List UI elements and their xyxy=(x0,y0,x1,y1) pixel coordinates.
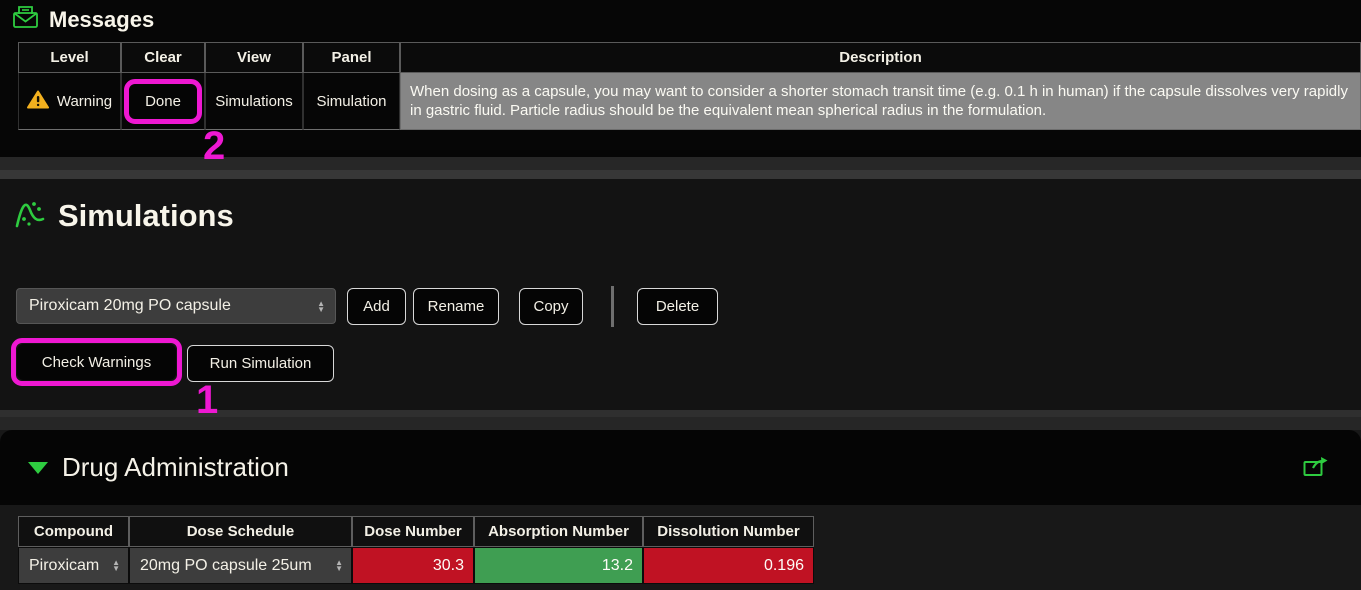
message-panel-cell: Simulation xyxy=(303,73,400,130)
collapse-triangle-icon[interactable] xyxy=(28,462,48,474)
message-clear-cell: Done xyxy=(121,73,205,130)
messages-envelope-icon xyxy=(12,5,39,34)
drug-administration-panel: Drug Administration Compound Dose Schedu… xyxy=(0,430,1361,590)
select-spinner-icon: ▲▼ xyxy=(317,301,325,312)
col-header-absorption-number: Absorption Number xyxy=(474,516,643,547)
messages-title: Messages xyxy=(49,7,154,33)
drug-administration-header: Drug Administration xyxy=(0,430,1361,505)
copy-button[interactable]: Copy xyxy=(519,288,583,325)
rename-button[interactable]: Rename xyxy=(413,288,499,325)
compound-select-value: Piroxicam xyxy=(29,557,99,575)
simulations-header: Simulations xyxy=(14,195,234,236)
run-simulation-button[interactable]: Run Simulation xyxy=(187,345,334,382)
col-header-level: Level xyxy=(18,42,121,73)
dose-number-cell: 30.3 xyxy=(352,547,474,584)
select-spinner-icon: ▲▼ xyxy=(112,560,120,571)
app-screen: Messages Level Clear View Panel Descript… xyxy=(0,0,1361,590)
col-header-description: Description xyxy=(400,42,1361,73)
message-description-cell: When dosing as a capsule, you may want t… xyxy=(400,73,1361,130)
message-view-cell[interactable]: Simulations xyxy=(205,73,303,130)
delete-button[interactable]: Delete xyxy=(637,288,718,325)
col-header-view: View xyxy=(205,42,303,73)
add-button[interactable]: Add xyxy=(347,288,406,325)
col-header-dose-schedule: Dose Schedule xyxy=(129,516,352,547)
col-header-clear: Clear xyxy=(121,42,205,73)
col-header-panel: Panel xyxy=(303,42,400,73)
messages-header: Messages xyxy=(0,0,1361,34)
col-header-compound: Compound xyxy=(18,516,129,547)
dose-schedule-select-value: 20mg PO capsule 25um xyxy=(140,557,312,575)
simulation-select-value: Piroxicam 20mg PO capsule xyxy=(29,297,231,315)
compound-select[interactable]: Piroxicam ▲▼ xyxy=(18,547,129,584)
dose-schedule-select[interactable]: 20mg PO capsule 25um ▲▼ xyxy=(129,547,352,584)
col-header-dissolution-number: Dissolution Number xyxy=(643,516,814,547)
callout-step-2: 2 xyxy=(203,126,225,166)
simulation-curve-icon xyxy=(14,195,46,236)
col-header-dose-number: Dose Number xyxy=(352,516,474,547)
absorption-number-cell: 13.2 xyxy=(474,547,643,584)
drug-administration-table: Compound Dose Schedule Dose Number Absor… xyxy=(18,516,814,584)
divider-strip xyxy=(0,170,1361,179)
button-group-divider xyxy=(611,286,614,327)
check-warnings-button[interactable]: Check Warnings xyxy=(17,344,176,380)
message-level-cell: Warning xyxy=(18,73,121,130)
simulations-panel: Simulations Piroxicam 20mg PO capsule ▲▼… xyxy=(0,179,1361,410)
done-button[interactable]: Done xyxy=(130,85,196,118)
check-warnings-highlight-ring: Check Warnings xyxy=(11,338,182,386)
message-level-label: Warning xyxy=(57,93,112,110)
dissolution-number-cell: 0.196 xyxy=(643,547,814,584)
drug-administration-title: Drug Administration xyxy=(62,452,289,483)
messages-table: Level Clear View Panel Description Warni… xyxy=(18,42,1361,130)
warning-icon xyxy=(27,90,49,113)
select-spinner-icon: ▲▼ xyxy=(335,560,343,571)
callout-step-1: 1 xyxy=(196,380,218,420)
open-in-new-window-icon[interactable] xyxy=(1303,456,1329,482)
simulations-title: Simulations xyxy=(58,198,234,234)
simulation-select[interactable]: Piroxicam 20mg PO capsule ▲▼ xyxy=(16,288,336,324)
done-button-highlight-ring: Done xyxy=(124,79,202,124)
